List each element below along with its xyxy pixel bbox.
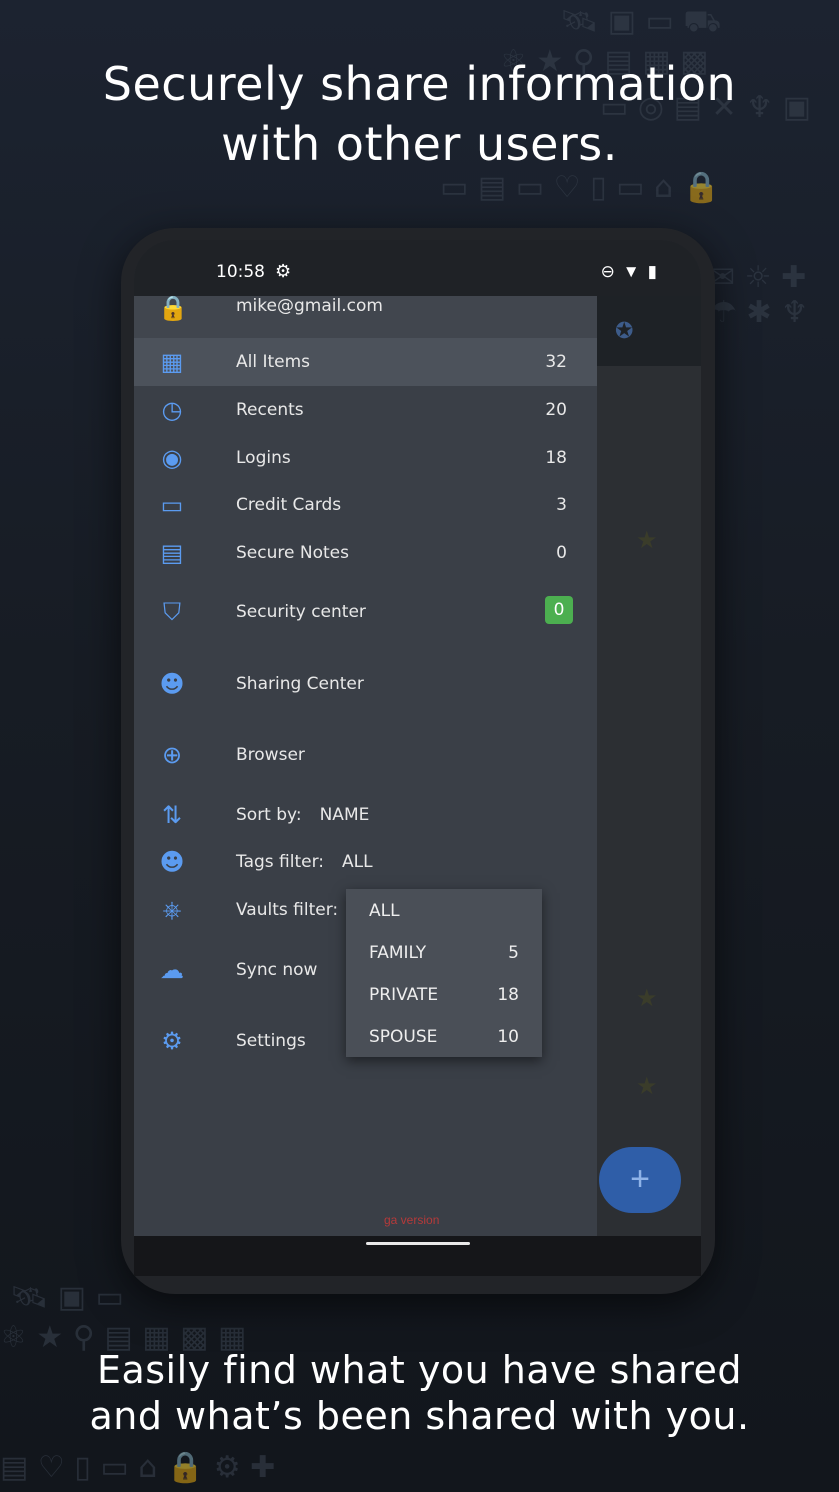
sort-by-text: Sort by: [236, 805, 302, 825]
shield-icon: ⛉ [163, 598, 181, 626]
drawer-item-count: 32 [545, 352, 567, 372]
drawer-item-label: Recents [236, 400, 304, 420]
grid-icon: ▦ [160, 348, 184, 376]
drawer-item-security-center[interactable]: ⛉ Security center 0 [134, 588, 597, 636]
security-score-badge: 0 [545, 596, 573, 624]
tags-icon: ☻ [159, 848, 185, 876]
tags-value: ALL [342, 852, 373, 872]
drawer-item-label: Credit Cards [236, 495, 342, 515]
bottom-headline-line2: and what’s been shared with you. [89, 1394, 750, 1438]
sort-value: NAME [319, 805, 370, 825]
vault-option-count: 5 [508, 943, 519, 963]
background-icons: 🛰 ▣ ▭ ⛟ [560, 4, 722, 39]
sync-label: Sync now [236, 960, 318, 980]
vault-option-all[interactable]: ALL [346, 889, 542, 931]
drawer-item-sharing-center[interactable]: ☻ Sharing Center [134, 660, 597, 708]
gear-icon: ⚙ [161, 1027, 183, 1055]
vault-option-family[interactable]: FAMILY 5 [346, 931, 542, 973]
sort-label: Sort by: NAME [236, 805, 369, 825]
globe-icon: ⊕ [161, 741, 183, 769]
drawer-item-label: All Items [236, 352, 311, 372]
vault-option-label: FAMILY [369, 943, 427, 963]
status-bar: 10:58 ⚙ ⊖▼▮ [134, 240, 701, 296]
phone-screen: 10:58 ⚙ ⊖▼▮ ✪ ★ ★ ★ 🔒 mike@gmail.com ▦ A… [134, 240, 701, 1276]
sort-by-row[interactable]: ⇅ Sort by: NAME [134, 791, 597, 839]
top-headline: Securely share information with other us… [0, 54, 839, 174]
drawer-item-label: Sharing Center [236, 674, 364, 694]
drawer-item-label: Secure Notes [236, 543, 349, 563]
star-icon: ✪ [615, 318, 634, 343]
add-item-button[interactable]: + [599, 1147, 681, 1213]
note-icon: ▤ [160, 539, 184, 567]
navigation-drawer: 🔒 mike@gmail.com ▦ All Items 32 ◷ Recent… [134, 295, 597, 1236]
drawer-item-browser[interactable]: ⊕ Browser [134, 731, 597, 779]
drawer-item-count: 3 [556, 495, 567, 515]
star-icon: ★ [636, 985, 658, 1012]
credit-card-icon: ▭ [160, 491, 184, 519]
app-toolbar: ✪ [597, 296, 701, 366]
sort-icon: ⇅ [161, 801, 183, 829]
tags-filter-text: Tags filter: [236, 852, 325, 872]
status-icons: ⊖▼▮ [600, 262, 665, 281]
navigation-bar [134, 1236, 701, 1276]
vault-icon: ⎈ [162, 896, 182, 924]
vault-option-private[interactable]: PRIVATE 18 [346, 973, 542, 1015]
drawer-item-all-items[interactable]: ▦ All Items 32 [134, 338, 597, 386]
top-headline-line2: with other users. [221, 117, 618, 171]
vault-option-spouse[interactable]: SPOUSE 10 [346, 1015, 542, 1057]
vault-option-label: SPOUSE [369, 1027, 438, 1047]
vault-option-label: PRIVATE [369, 985, 439, 1005]
drawer-item-label: Logins [236, 448, 291, 468]
star-icon: ★ [636, 527, 658, 554]
drawer-item-label: Browser [236, 745, 305, 765]
version-label: ga version [384, 1213, 440, 1227]
tags-label: Tags filter: ALL [236, 852, 373, 872]
account-header[interactable]: 🔒 mike@gmail.com [134, 295, 597, 338]
settings-label: Settings [236, 1031, 306, 1051]
drawer-item-count: 0 [556, 543, 567, 563]
background-icons: ✉ ☼ ✚ ☂ ✱ ♆ [710, 260, 808, 330]
tags-filter-row[interactable]: ☻ Tags filter: ALL [134, 838, 597, 886]
cloud-sync-icon: ☁ [160, 956, 184, 984]
drawer-item-count: 20 [545, 400, 567, 420]
drawer-item-secure-notes[interactable]: ▤ Secure Notes 0 [134, 529, 597, 577]
people-icon: ☻ [159, 670, 185, 698]
drawer-item-label: Security center [236, 602, 366, 622]
vault-option-count: 10 [497, 1027, 519, 1047]
settings-gear-icon: ⚙ [275, 261, 292, 281]
bottom-headline: Easily find what you have shared and wha… [0, 1347, 839, 1439]
drawer-item-logins[interactable]: ◉ Logins 18 [134, 434, 597, 482]
background-icons: ▭ ▤ ▭ ♡ ▯ ▭ ⌂ 🔒 [440, 170, 720, 205]
globe-icon: ◉ [161, 444, 183, 472]
drawer-item-count: 18 [545, 448, 567, 468]
vaults-filter-text: Vaults filter: [236, 900, 339, 920]
lock-icon: 🔒 [158, 295, 188, 322]
top-headline-line1: Securely share information [102, 57, 737, 111]
clock-icon: ◷ [161, 396, 183, 424]
background-icons: 🛰 ▣ ▭ [10, 1280, 124, 1315]
bottom-headline-line1: Easily find what you have shared [96, 1348, 743, 1392]
vaults-filter-menu: ALL FAMILY 5 PRIVATE 18 SPOUSE 10 [346, 889, 542, 1057]
vault-option-label: ALL [369, 901, 400, 921]
account-email: mike@gmail.com [236, 296, 383, 316]
status-time: 10:58 [216, 262, 265, 282]
drawer-item-recents[interactable]: ◷ Recents 20 [134, 386, 597, 434]
vault-option-count: 18 [497, 985, 519, 1005]
background-icons: ▤ ♡ ▯ ▭ ⌂ 🔒 ⚙ ✚ [0, 1450, 276, 1485]
gesture-handle[interactable] [366, 1242, 470, 1245]
star-icon: ★ [636, 1073, 658, 1100]
drawer-item-credit-cards[interactable]: ▭ Credit Cards 3 [134, 481, 597, 529]
